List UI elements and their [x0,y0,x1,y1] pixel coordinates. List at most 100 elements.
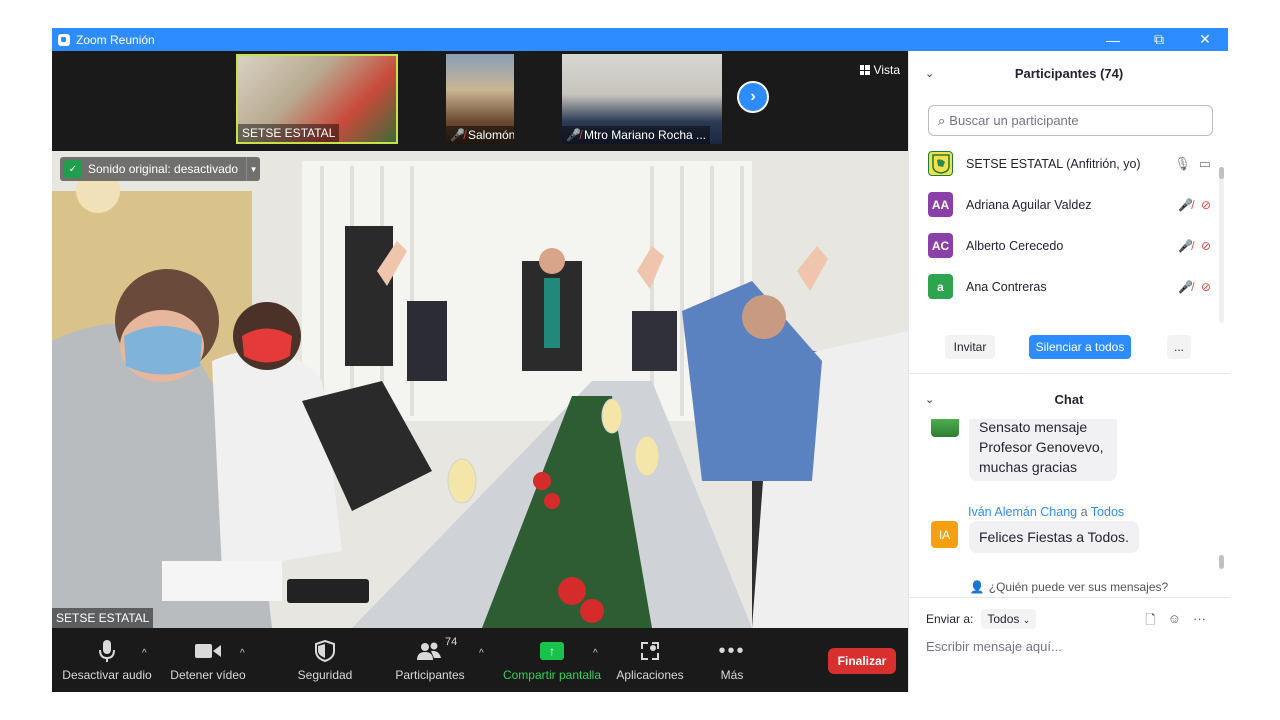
video-camera-icon: ▭ [1198,155,1211,171]
audio-options-caret[interactable]: ^ [142,648,147,659]
participants-header: ⌄ Participantes (74) [909,51,1229,95]
speaker-label: SETSE ESTATAL [52,608,154,628]
participant-status: 🎤̸ ⊘ [1178,198,1211,212]
window-title: Zoom Reunión [76,32,155,47]
video-thumbnail[interactable]: SETSE ESTATAL [236,54,398,144]
zoom-app-icon [58,33,70,46]
thumbnail-label: SETSE ESTATAL [238,124,340,142]
avatar: AA [928,192,953,217]
security-label: Seguridad [297,668,353,682]
view-label: Vista [873,63,900,77]
recipient-dropdown[interactable]: Todos ⌄ [981,609,1037,629]
video-thumbnail[interactable]: 🎤̸ Mtro Mariano Rocha ... [562,54,722,144]
apps-button[interactable]: Aplicaciones [614,628,686,692]
video-thumbnail[interactable]: 🎤̸ Salomón [446,54,514,144]
participant-row[interactable]: SETSE ESTATAL (Anfitrión, yo) 🎙 ▭ [909,143,1221,184]
mic-muted-icon: 🎤̸ [1177,197,1193,212]
shield-icon [315,638,335,664]
video-off-icon: ⊘ [1200,238,1211,253]
participant-row[interactable]: AA Adriana Aguilar Valdez 🎤̸ ⊘ [909,184,1221,225]
participant-name: Adriana Aguilar Valdez [966,197,1092,212]
participants-options-caret[interactable]: ^ [479,648,484,659]
sender-name: Iván Alemán Chang [968,505,1078,519]
avatar [931,419,959,437]
invite-button[interactable]: Invitar [945,335,995,359]
emoji-icon[interactable]: ☺ [1168,611,1181,633]
participant-status: 🎤̸ ⊘ [1178,280,1211,294]
search-icon: ⌕ [938,112,946,128]
participants-label: Participantes [395,668,465,682]
grid-view-icon [859,65,870,75]
chevron-down-icon[interactable]: ▼ [246,157,260,181]
video-off-icon: ⊘ [1200,197,1211,212]
original-sound-toggle[interactable]: ✓ Sonido original: desactivado ▼ [60,157,261,181]
send-to-row: Enviar a: Todos ⌄ [926,609,1037,629]
chat-sender: Iván Alemán Chang a Todos [968,505,1124,519]
more-button[interactable]: ••• Más [704,628,760,692]
mic-muted-icon: 🎤̸ [450,128,465,142]
recipient-name: Todos [1090,505,1125,519]
participant-scrollbar[interactable] [1219,167,1224,323]
file-icon[interactable]: 🗋 [1145,611,1155,633]
person-info-icon: 👤 [969,580,985,594]
participant-status: 🎤̸ ⊘ [1178,239,1211,253]
collapse-chevron-icon[interactable]: ⌄ [925,393,934,406]
participant-list: SETSE ESTATAL (Anfitrión, yo) 🎙 ▭ AA Adr… [909,143,1221,333]
participants-count-badge: 74 [445,636,458,648]
chat-scrollbar[interactable] [1219,419,1224,569]
participants-icon: 74 [417,636,457,664]
panel-divider [909,373,1229,374]
share-arrow-icon: ↑ [540,642,564,660]
restore-button[interactable]: ⧉ [1136,28,1182,51]
meeting-room-scene [52,151,908,628]
share-label: Compartir pantalla [502,668,602,682]
video-off-icon: ⊘ [1200,279,1211,294]
video-strip: SETSE ESTATAL 🎤̸ Salomón 🎤̸ Mtro Mariano R… [52,51,908,147]
audio-label: Desactivar audio [62,668,152,682]
main-video[interactable]: ✓ Sonido original: desactivado ▼ SETSE E… [52,151,908,628]
video-options-caret[interactable]: ^ [240,648,245,659]
apps-label: Aplicaciones [616,668,684,682]
mute-all-button[interactable]: Silenciar a todos [1029,335,1131,359]
collapse-chevron-icon[interactable]: ⌄ [925,67,934,80]
security-button[interactable]: Seguridad [288,628,362,692]
avatar: AC [928,233,953,258]
close-button[interactable]: ✕ [1182,28,1228,51]
sender-connector: a [1080,505,1088,519]
chat-tools: 🗋 ☺ ··· [1145,611,1206,633]
chat-divider [909,597,1229,598]
chevron-right-icon: › [750,88,756,105]
who-can-see-link[interactable]: 👤 ¿Quién puede ver sus mensajes? [909,577,1229,597]
view-button[interactable]: Vista [859,63,900,77]
participants-title: Participantes (74) [1014,65,1124,81]
participants-button[interactable]: 74 Participantes [388,628,472,692]
next-page-button[interactable]: › [737,81,769,113]
mute-audio-button[interactable]: Desactivar audio [62,628,152,692]
meeting-toolbar: Desactivar audio ^ Detener vídeo ^ Segur… [52,628,908,692]
participant-search-input[interactable]: ⌕ Buscar un participante [928,105,1213,136]
mic-muted-icon: 🎤̸ [566,128,581,142]
meeting-area: SETSE ESTATAL 🎤̸ Salomón 🎤̸ Mtro Mariano R… [52,51,908,692]
more-options-button[interactable]: ... [1167,335,1191,359]
participant-name: Alberto Cerecedo [966,238,1064,253]
ellipsis-icon[interactable]: ··· [1193,611,1206,633]
shield-check-icon: ✓ [64,160,82,178]
participant-status: 🎙 ▭ [1174,156,1211,172]
chat-title: Chat [1054,391,1084,407]
participant-row[interactable]: a Ana Contreras 🎤̸ ⊘ [909,266,1221,307]
share-options-caret[interactable]: ^ [593,648,598,659]
end-meeting-button[interactable]: Finalizar [828,648,896,674]
chevron-down-icon: ⌄ [1022,615,1031,625]
chat-message-input[interactable]: Escribir mensaje aquí... [926,639,1062,654]
thumbnail-label: 🎤̸ Salomón [446,126,514,144]
microphone-icon: 🎙 [1174,155,1191,171]
microphone-icon [99,638,115,664]
participant-row[interactable]: AC Alberto Cerecedo 🎤̸ ⊘ [909,225,1221,266]
chat-message: Felices Fiestas a Todos. [969,521,1139,553]
side-panel: ⌄ Participantes (74) ⌕ Buscar un partici… [908,51,1229,692]
video-camera-icon [195,638,221,664]
stop-video-button[interactable]: Detener vídeo [164,628,252,692]
minimize-button[interactable]: — [1090,28,1136,51]
share-screen-button[interactable]: ↑ Compartir pantalla [500,628,604,692]
apps-icon [640,638,660,664]
